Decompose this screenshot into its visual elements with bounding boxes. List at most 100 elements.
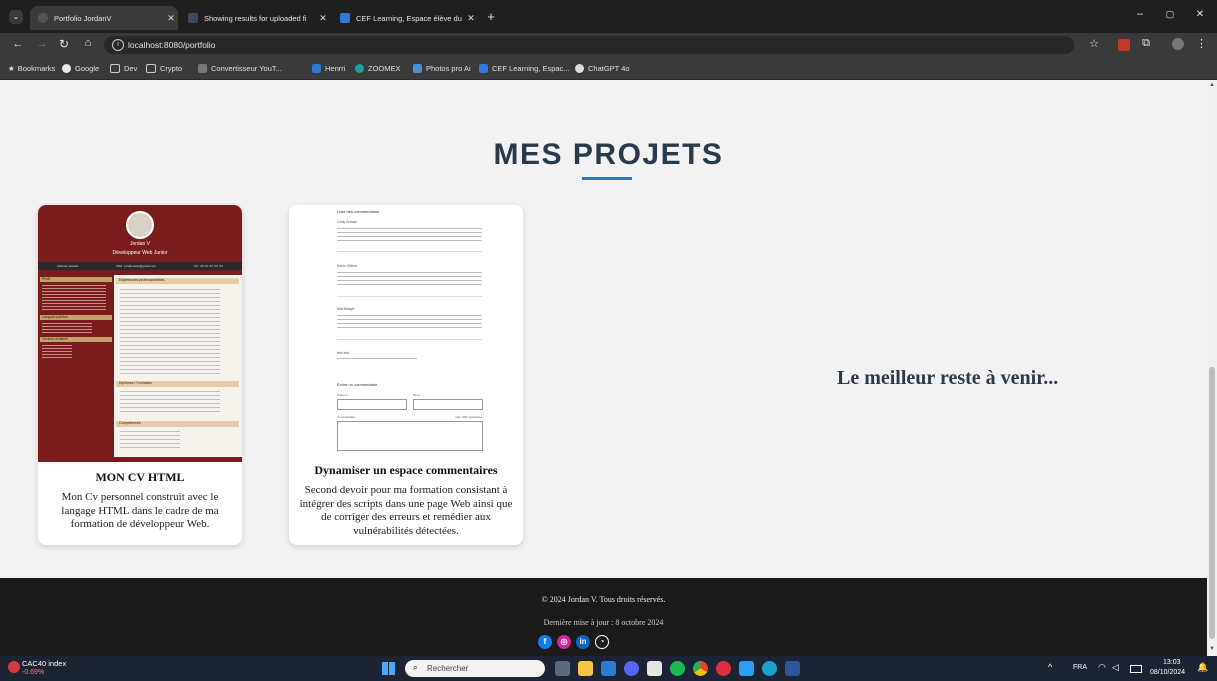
project-title: MON CV HTML	[95, 470, 185, 484]
bookmark-crypto[interactable]: Crypto	[146, 62, 182, 75]
cv-text-lines	[42, 285, 106, 311]
vscode-icon[interactable]	[739, 661, 754, 676]
notification-bell-icon[interactable]: 🔔	[1197, 662, 1208, 673]
close-window-button[interactable]: ✕	[1193, 9, 1207, 20]
bookmarks-menu[interactable]: ★ Bookmarks	[8, 62, 55, 75]
bookmark-convertisseur[interactable]: Convertisseur YouT...	[198, 62, 282, 75]
task-view-icon[interactable]	[555, 661, 570, 676]
minimize-button[interactable]: –	[1133, 8, 1147, 20]
reload-icon[interactable]: ↻	[58, 37, 70, 51]
cef-favicon-icon	[340, 13, 350, 23]
thumb-comment-lines	[337, 228, 482, 242]
cv-section-experiences: Expériences professionnelles	[116, 278, 239, 284]
chrome-icon[interactable]	[693, 661, 708, 676]
bookmark-photos-pro[interactable]: Photos pro Ai	[413, 62, 471, 75]
thumb-label-max: max. 400 caractères	[455, 415, 483, 419]
bookmark-henrri[interactable]: Henrri	[312, 62, 345, 75]
cv-role: Développeur Web Junior	[112, 250, 168, 256]
thumb-label-commentaire: Commentaire	[337, 415, 356, 419]
store-icon[interactable]	[647, 661, 662, 676]
volume-icon[interactable]: ◁	[1112, 662, 1119, 673]
profile-avatar-icon[interactable]	[1172, 38, 1184, 50]
thumb-label-prenom: Prénom	[337, 393, 348, 397]
close-icon[interactable]: ✕	[164, 13, 178, 24]
bookmark-dev[interactable]: Dev	[110, 62, 137, 75]
thumb-author: Cody Dobski	[337, 220, 357, 224]
forward-icon[interactable]: →	[36, 38, 48, 50]
bookmark-zoomex[interactable]: ZOOMEX	[355, 62, 401, 75]
instagram-icon[interactable]: ◎	[557, 635, 571, 649]
linkedin-icon[interactable]: in	[576, 635, 590, 649]
thumb-divider	[337, 296, 482, 297]
back-icon[interactable]: ←	[12, 38, 24, 50]
bookmark-cef-learning[interactable]: CEF Learning, Espac...	[479, 62, 570, 75]
home-icon[interactable]: ⌂	[82, 37, 94, 49]
zoomex-icon	[355, 64, 364, 73]
address-bar[interactable]: i localhost:8080/portfolio	[104, 36, 1074, 54]
scroll-down-arrow-icon[interactable]: ▼	[1209, 646, 1215, 652]
tab-label: Portfolio JordanV	[54, 13, 112, 23]
edge-icon[interactable]	[762, 661, 777, 676]
clock-time[interactable]: 13:03	[1163, 659, 1181, 666]
bookmark-label: Dev	[124, 64, 138, 73]
cv-section-interets: Centres d'intérêt	[40, 337, 112, 342]
thumb-form-title: Écrire un commentaire	[337, 382, 378, 387]
word-icon[interactable]	[785, 661, 800, 676]
cv-contact-address: Adresse postale	[57, 264, 79, 268]
opera-icon[interactable]	[716, 661, 731, 676]
restore-button[interactable]: ▢	[1163, 9, 1177, 20]
extensions-puzzle-icon[interactable]: ⧉	[1140, 37, 1152, 50]
bookmark-label: Google	[75, 64, 100, 73]
outlook-icon[interactable]	[601, 661, 616, 676]
discord-icon[interactable]	[624, 661, 639, 676]
thumb-input-nom	[413, 399, 483, 410]
scrollbar-thumb[interactable]	[1209, 367, 1215, 639]
site-info-icon[interactable]: i	[112, 39, 124, 51]
bookmark-star-icon[interactable]: ☆	[1088, 37, 1100, 50]
battery-icon[interactable]	[1130, 665, 1142, 673]
cv-name: Jordan V	[129, 241, 150, 247]
bookmark-chatgpt[interactable]: ChatGPT 4o	[575, 62, 630, 75]
new-tab-button[interactable]: +	[484, 9, 498, 24]
photos-icon	[413, 64, 422, 73]
tray-chevron-icon[interactable]: ^	[1048, 662, 1052, 672]
chatgpt-icon	[575, 64, 584, 73]
tab-cef-learning[interactable]: CEF Learning, Espace élève du C ✕	[332, 6, 478, 30]
footer-last-update: Dernière mise à jour : 8 octobre 2024	[543, 618, 664, 627]
language-indicator[interactable]: FRA	[1073, 664, 1087, 671]
facebook-icon[interactable]: f	[538, 635, 552, 649]
footer-copyright: © 2024 Jordan V. Tous droits réservés.	[541, 595, 666, 604]
comments-thumbnail[interactable]: Liste des commentaires Cody Dobski Kevin…	[289, 205, 523, 457]
section-title: MES PROJETS	[493, 138, 724, 171]
spotify-icon[interactable]	[670, 661, 685, 676]
tab-portfolio[interactable]: Portfolio JordanV ✕	[30, 6, 178, 30]
windows-start-icon[interactable]	[382, 662, 395, 675]
close-icon[interactable]: ✕	[316, 13, 330, 24]
taskbar-search[interactable]: ⌕ Rechercher	[405, 660, 545, 677]
bookmark-google[interactable]: Google	[62, 62, 99, 75]
extension-icon[interactable]	[1118, 39, 1130, 51]
portfolio-favicon-icon	[38, 13, 48, 23]
page-scrollbar[interactable]: ▲ ▼	[1207, 80, 1217, 656]
bookmark-label: Convertisseur YouT...	[211, 64, 282, 73]
close-icon[interactable]: ✕	[464, 13, 478, 24]
scroll-up-arrow-icon[interactable]: ▲	[1209, 82, 1215, 88]
google-icon	[62, 64, 71, 73]
menu-dots-icon[interactable]: ⋮	[1196, 37, 1207, 50]
project-card-comments[interactable]: Liste des commentaires Cody Dobski Kevin…	[289, 205, 523, 545]
wifi-icon[interactable]: ◠	[1098, 662, 1106, 673]
cv-text-lines	[42, 323, 92, 333]
bookmark-label: Henrri	[325, 64, 346, 73]
stock-widget-icon	[8, 661, 20, 673]
cv-contact-phone: Tel : 06 XX XX XX XX	[193, 264, 223, 268]
project-card-cv[interactable]: Jordan V Développeur Web Junior Adresse …	[38, 205, 242, 545]
stock-widget[interactable]: CAC40 index -0.69%	[8, 659, 102, 679]
file-explorer-icon[interactable]	[578, 661, 593, 676]
tab-search-icon[interactable]: ⌄	[9, 10, 23, 24]
url-text: localhost:8080/portfolio	[128, 40, 216, 50]
github-icon[interactable]: ◔	[595, 635, 609, 649]
cv-thumbnail[interactable]: Jordan V Développeur Web Junior Adresse …	[38, 205, 242, 462]
tab-search-results[interactable]: Showing results for uploaded fi ✕	[180, 6, 330, 30]
clock-date[interactable]: 08/10/2024	[1150, 669, 1185, 676]
cv-text-lines	[120, 289, 220, 375]
